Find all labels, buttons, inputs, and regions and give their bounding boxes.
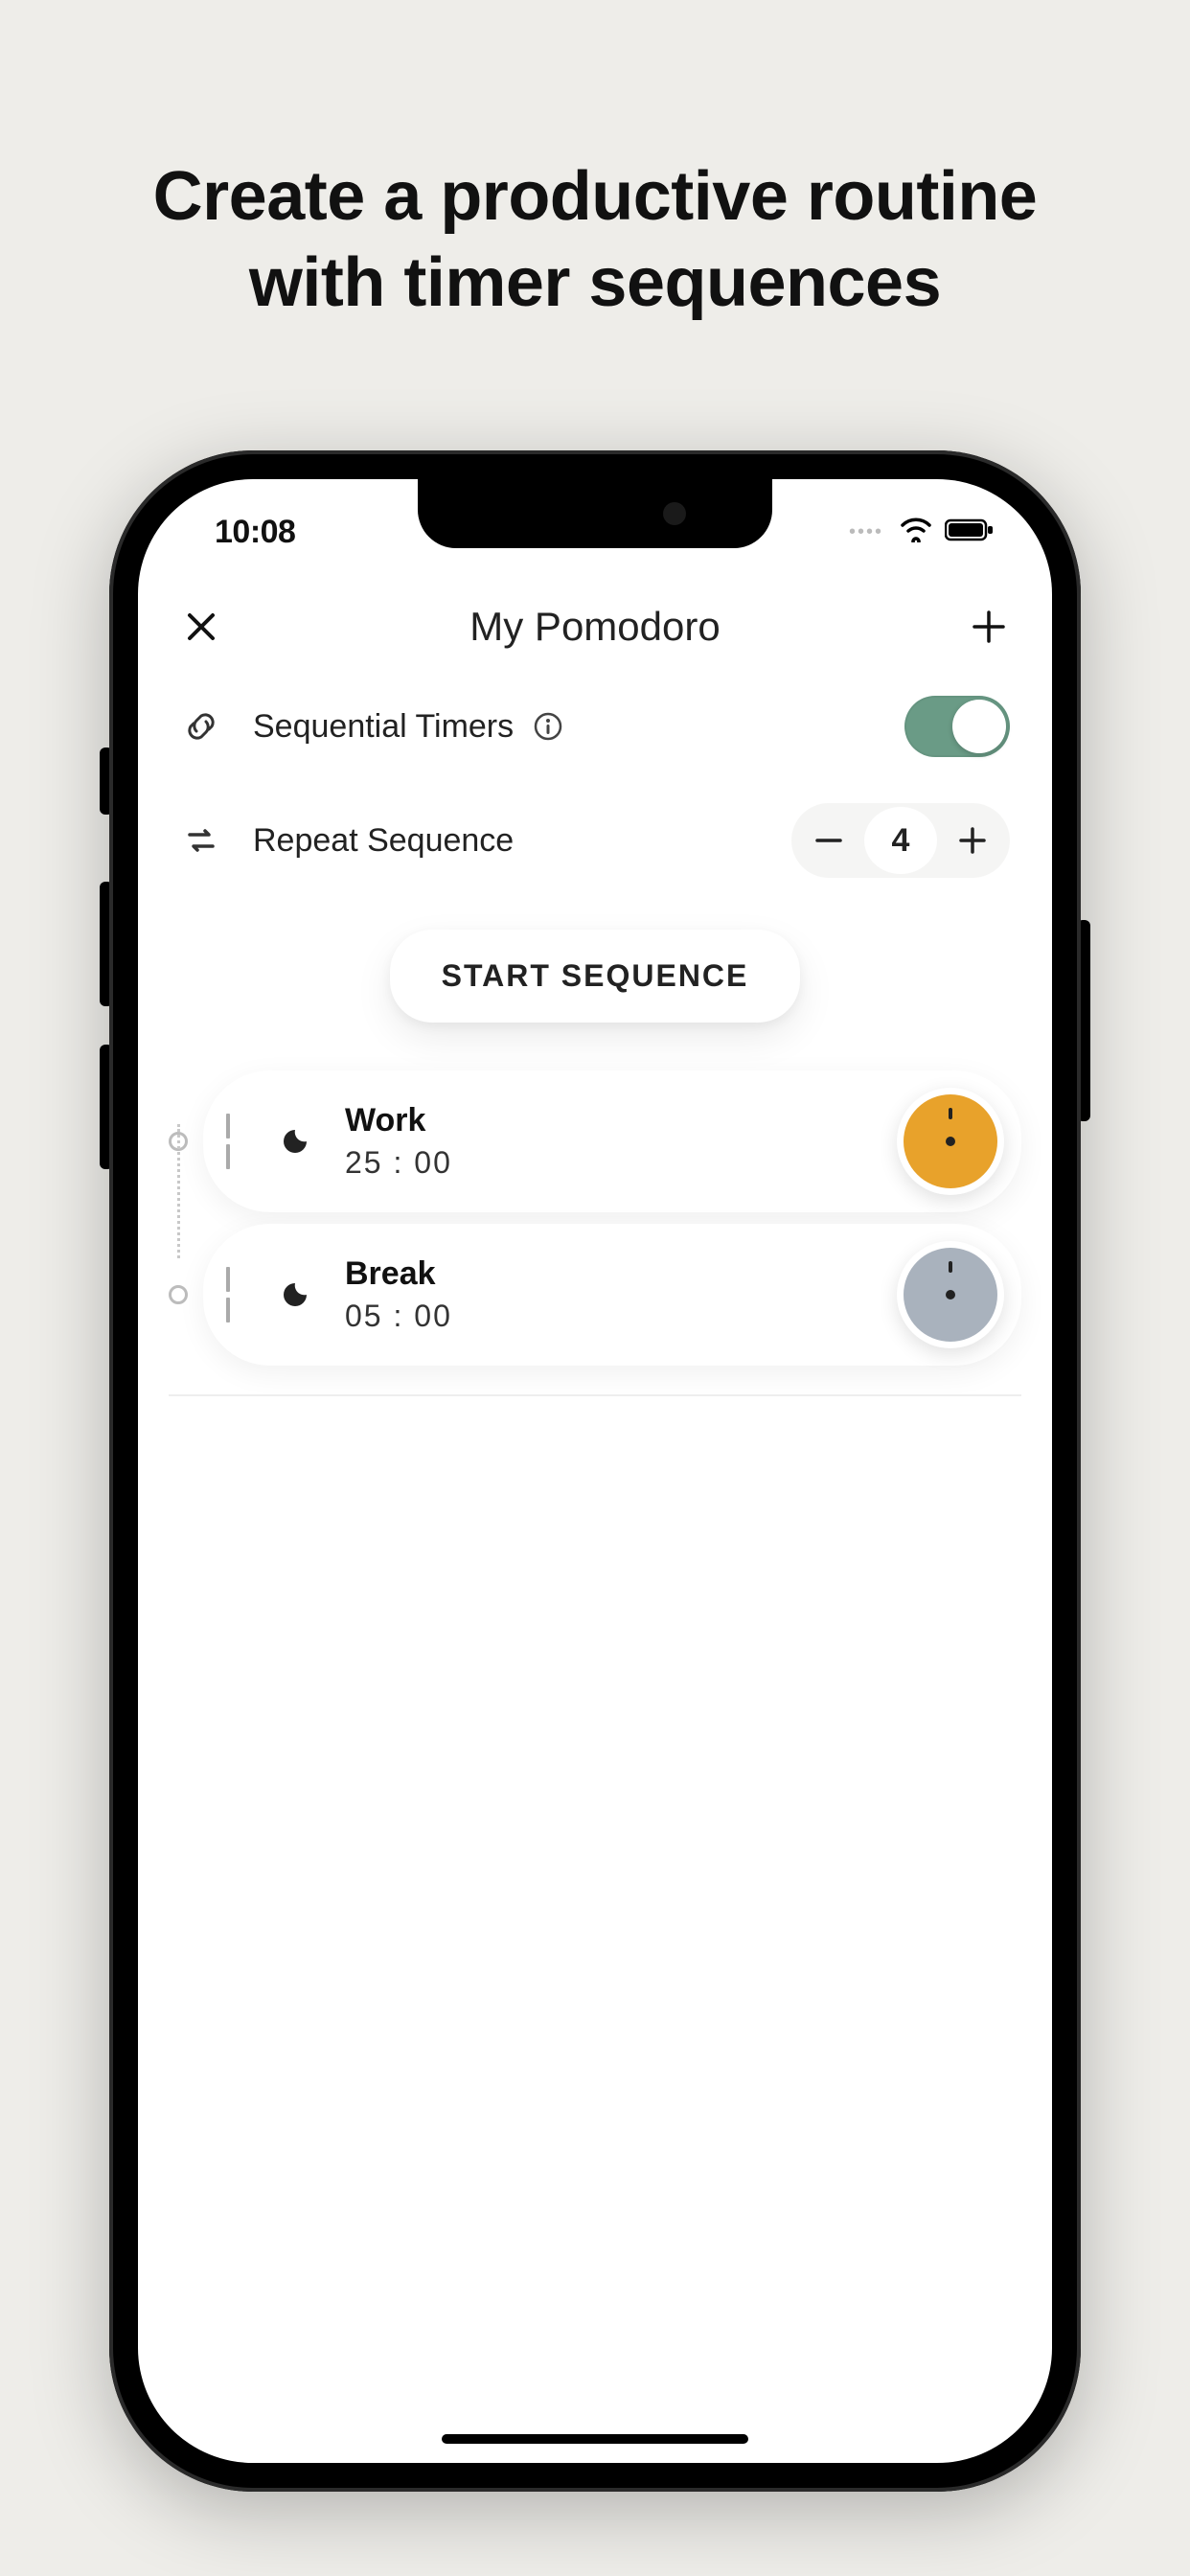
info-icon — [533, 711, 563, 742]
timeline-connector — [177, 1124, 180, 1258]
plus-icon — [956, 824, 989, 857]
timer-color-swatch — [904, 1248, 997, 1342]
page-title: My Pomodoro — [469, 604, 720, 650]
home-indicator[interactable] — [442, 2434, 748, 2444]
status-time: 10:08 — [215, 514, 295, 551]
timer-row: Work 25 : 00 — [169, 1070, 1021, 1212]
repeat-sequence-row: Repeat Sequence 4 — [169, 780, 1021, 901]
nav-bar: My Pomodoro — [169, 585, 1021, 673]
timer-list: Work 25 : 00 — [169, 1070, 1021, 1396]
info-button[interactable] — [531, 709, 565, 744]
list-divider — [169, 1394, 1021, 1396]
phone-screen: 10:08 •••• My Pomodoro — [138, 479, 1052, 2463]
status-indicators: •••• — [849, 518, 995, 547]
app-content: My Pomodoro Sequential Timers — [138, 585, 1052, 2463]
marketing-headline: Create a productive routine with timer s… — [0, 153, 1190, 326]
battery-icon — [945, 518, 995, 546]
sequential-timers-label: Sequential Timers — [253, 708, 514, 746]
repeat-sequence-label: Repeat Sequence — [253, 822, 514, 860]
timer-color-button[interactable] — [897, 1241, 1004, 1348]
repeat-count-stepper: 4 — [791, 803, 1010, 878]
minus-icon — [812, 824, 845, 857]
timer-text: Break 05 : 00 — [345, 1255, 897, 1334]
phone-notch — [418, 479, 772, 548]
timer-card-work[interactable]: Work 25 : 00 — [203, 1070, 1021, 1212]
timeline-dot — [169, 1285, 188, 1304]
moon-icon — [278, 1120, 320, 1162]
timer-text: Work 25 : 00 — [345, 1102, 897, 1181]
timer-duration: 25 : 00 — [345, 1145, 897, 1181]
timer-color-swatch — [904, 1094, 997, 1188]
add-button[interactable] — [966, 604, 1012, 650]
toggle-knob — [952, 700, 1006, 753]
timer-card-break[interactable]: Break 05 : 00 — [203, 1224, 1021, 1366]
close-button[interactable] — [178, 604, 224, 650]
phone-mockup: 10:08 •••• My Pomodoro — [109, 450, 1081, 2492]
decrement-button[interactable] — [795, 807, 862, 874]
increment-button[interactable] — [939, 807, 1006, 874]
recording-indicator-icon: •••• — [849, 521, 883, 543]
repeat-icon — [180, 819, 222, 862]
headline-line-2: with timer sequences — [0, 240, 1190, 326]
moon-icon — [278, 1274, 320, 1316]
timer-name: Work — [345, 1102, 897, 1139]
drag-handle[interactable] — [226, 1114, 255, 1169]
phone-frame: 10:08 •••• My Pomodoro — [109, 450, 1081, 2492]
timer-color-button[interactable] — [897, 1088, 1004, 1195]
plus-icon — [971, 609, 1007, 645]
timer-row: Break 05 : 00 — [169, 1224, 1021, 1366]
timer-name: Break — [345, 1255, 897, 1293]
link-icon — [180, 705, 222, 748]
close-icon — [184, 610, 218, 644]
wifi-icon — [899, 518, 933, 547]
start-sequence-button[interactable]: START SEQUENCE — [390, 930, 801, 1023]
headline-line-1: Create a productive routine — [0, 153, 1190, 240]
timer-duration: 05 : 00 — [345, 1299, 897, 1334]
start-sequence-label: START SEQUENCE — [442, 958, 749, 993]
drag-handle[interactable] — [226, 1267, 255, 1322]
repeat-count-value: 4 — [864, 807, 937, 874]
sequential-timers-toggle[interactable] — [904, 696, 1010, 757]
sequential-timers-row: Sequential Timers — [169, 673, 1021, 780]
